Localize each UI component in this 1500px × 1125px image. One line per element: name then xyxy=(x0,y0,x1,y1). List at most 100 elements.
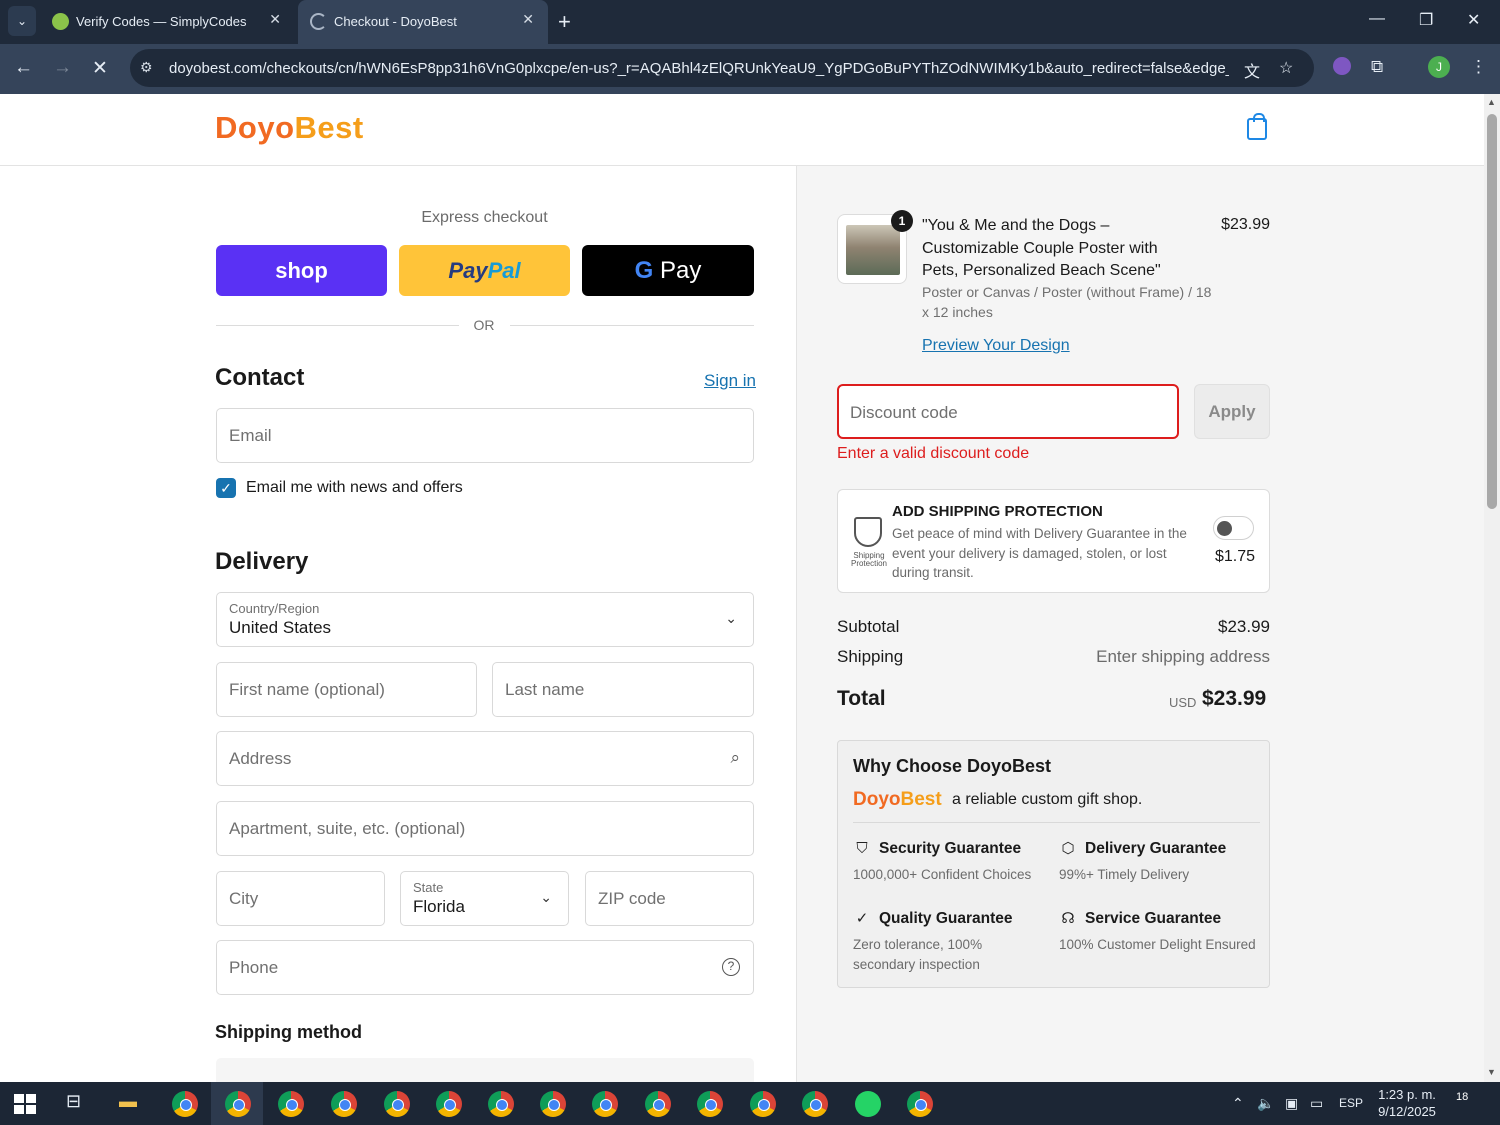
whatsapp-icon[interactable] xyxy=(855,1091,881,1117)
site-info-icon[interactable]: ⚙ xyxy=(140,59,153,76)
stop-loading-icon[interactable]: ✕ xyxy=(92,57,108,80)
address-field[interactable]: Address ⌕ xyxy=(216,731,754,786)
service-guarantee-desc: 100% Customer Delight Ensured xyxy=(1059,937,1256,952)
package-icon: ⬡ xyxy=(1061,840,1075,857)
service-guarantee-title: Service Guarantee xyxy=(1085,910,1222,927)
state-select[interactable]: State Florida ⌄ xyxy=(400,871,569,926)
apply-discount-button[interactable]: Apply xyxy=(1194,384,1270,439)
tab-doyobest-checkout[interactable]: Checkout - DoyoBest ✕ xyxy=(298,0,548,44)
subtotal-label: Subtotal xyxy=(837,617,900,636)
new-tab-button[interactable]: + xyxy=(558,9,571,35)
chrome-profile-m-icon[interactable] xyxy=(750,1091,776,1117)
scroll-up-icon[interactable]: ▲ xyxy=(1487,97,1496,107)
shipping-protection-shield-icon xyxy=(854,517,882,547)
google-pay-button[interactable]: G Pay xyxy=(582,245,754,296)
chrome-profile-j4-icon[interactable] xyxy=(488,1091,514,1117)
meet-now-icon[interactable]: ▣ xyxy=(1285,1095,1298,1112)
phone-field[interactable]: Phone ? xyxy=(216,940,754,995)
file-explorer-icon[interactable]: ▬ xyxy=(119,1091,137,1112)
country-select[interactable]: Country/Region United States ⌄ xyxy=(216,592,754,647)
bookmark-star-icon[interactable]: ☆ xyxy=(1279,58,1293,78)
chrome-profile-j-icon[interactable] xyxy=(225,1091,251,1117)
notification-count: 18 xyxy=(1456,1091,1469,1103)
divider-left xyxy=(216,325,459,326)
scroll-down-icon[interactable]: ▼ xyxy=(1487,1067,1496,1077)
address-bar[interactable]: ⚙ doyobest.com/checkouts/cn/hWN6EsP8pp31… xyxy=(130,49,1314,87)
chrome-profile-j5-icon[interactable] xyxy=(540,1091,566,1117)
apartment-placeholder: Apartment, suite, etc. (optional) xyxy=(229,819,466,838)
menu-kebab-icon[interactable]: ⋮ xyxy=(1470,57,1487,77)
close-tab-icon[interactable]: ✕ xyxy=(522,11,534,28)
preview-design-link[interactable]: Preview Your Design xyxy=(922,337,1070,355)
tray-overflow-icon[interactable]: ⌃ xyxy=(1232,1095,1244,1112)
total-label: Total xyxy=(837,687,886,710)
back-icon[interactable]: ← xyxy=(14,57,33,79)
quality-guarantee-title: Quality Guarantee xyxy=(879,910,1013,927)
country-label: Country/Region xyxy=(229,601,320,616)
network-icon[interactable]: ▭ xyxy=(1310,1095,1323,1112)
extensions-puzzle-icon[interactable]: ⧉ xyxy=(1371,57,1383,77)
state-value: Florida xyxy=(413,897,465,916)
city-field[interactable]: City xyxy=(216,871,385,926)
restore-icon[interactable]: ❐ xyxy=(1419,10,1433,30)
security-guarantee-title: Security Guarantee xyxy=(879,840,1022,857)
chrome-default-icon[interactable] xyxy=(907,1091,933,1117)
phone-placeholder: Phone xyxy=(229,958,279,977)
tab-search-button[interactable]: ⌄ xyxy=(8,6,36,36)
chrome-profile-d-icon[interactable] xyxy=(278,1091,304,1117)
chrome-profile-a-icon[interactable] xyxy=(331,1091,357,1117)
chrome-profile-g-icon[interactable] xyxy=(592,1091,618,1117)
subtotal-value: $23.99 xyxy=(1218,617,1270,636)
chrome-profile-j3-icon[interactable] xyxy=(436,1091,462,1117)
help-question-icon[interactable]: ? xyxy=(722,958,740,976)
city-placeholder: City xyxy=(229,889,259,908)
tab-simplycodes[interactable]: Verify Codes — SimplyCodes ✕ xyxy=(40,0,295,44)
close-tab-icon[interactable]: ✕ xyxy=(269,11,281,28)
volume-icon[interactable]: 🔈 xyxy=(1257,1095,1274,1112)
paypal-button[interactable]: PayPal xyxy=(399,245,570,296)
last-name-field[interactable]: Last name xyxy=(492,662,754,717)
chrome-profile-n-icon[interactable] xyxy=(802,1091,828,1117)
taskbar-clock[interactable]: 1:23 p. m. 9/12/2025 xyxy=(1371,1086,1443,1120)
page-scrollbar[interactable]: ▲ ▼ xyxy=(1484,94,1500,1082)
email-field[interactable]: Email xyxy=(216,408,754,463)
extension-icon[interactable] xyxy=(1333,57,1351,75)
language-indicator[interactable]: ESP xyxy=(1339,1096,1363,1110)
first-name-field[interactable]: First name (optional) xyxy=(216,662,477,717)
shopping-bag-icon[interactable] xyxy=(1247,113,1267,140)
windows-start-icon[interactable] xyxy=(14,1094,36,1114)
close-window-icon[interactable]: ✕ xyxy=(1467,10,1480,30)
divider-right xyxy=(510,325,754,326)
task-view-icon[interactable]: ⊟ xyxy=(66,1091,81,1112)
browser-tab-bar: ⌄ Verify Codes — SimplyCodes ✕ Checkout … xyxy=(0,0,1500,44)
url-text[interactable]: doyobest.com/checkouts/cn/hWN6EsP8pp31h6… xyxy=(169,60,1229,77)
news-offers-checkbox[interactable]: ✓ xyxy=(216,478,236,498)
apartment-field[interactable]: Apartment, suite, etc. (optional) xyxy=(216,801,754,856)
zip-field[interactable]: ZIP code xyxy=(585,871,754,926)
loading-spinner-icon xyxy=(310,13,327,30)
minimize-icon[interactable]: — xyxy=(1369,10,1385,28)
first-name-placeholder: First name (optional) xyxy=(229,680,385,699)
express-checkout-label: Express checkout xyxy=(421,209,548,226)
shipping-protection-toggle[interactable] xyxy=(1213,516,1254,540)
why-choose-title: Why Choose DoyoBest xyxy=(853,756,1052,776)
chrome-profile-o-icon[interactable] xyxy=(697,1091,723,1117)
sign-in-link[interactable]: Sign in xyxy=(704,371,756,391)
notification-center-icon[interactable]: 18 xyxy=(1456,1091,1482,1115)
discount-code-field[interactable]: Discount code xyxy=(837,384,1179,439)
site-header: DoyoBest xyxy=(0,94,1484,166)
simplycodes-favicon-icon xyxy=(52,13,69,30)
forward-icon[interactable]: → xyxy=(53,57,72,79)
translate-icon[interactable]: 文 xyxy=(1244,58,1260,82)
profile-avatar[interactable]: J xyxy=(1428,56,1450,78)
chrome-profile-j2-icon[interactable] xyxy=(384,1091,410,1117)
chrome-profile-s-icon[interactable] xyxy=(645,1091,671,1117)
shop-pay-button[interactable]: shop xyxy=(216,245,387,296)
news-offers-label[interactable]: Email me with news and offers xyxy=(246,479,463,497)
scroll-thumb[interactable] xyxy=(1487,114,1497,509)
search-icon[interactable]: ⌕ xyxy=(730,748,740,768)
chevron-down-icon: ⌄ xyxy=(540,889,552,905)
doyobest-logo[interactable]: DoyoBest xyxy=(215,110,364,146)
address-placeholder: Address xyxy=(229,749,292,768)
chrome-app-icon[interactable] xyxy=(172,1091,198,1117)
